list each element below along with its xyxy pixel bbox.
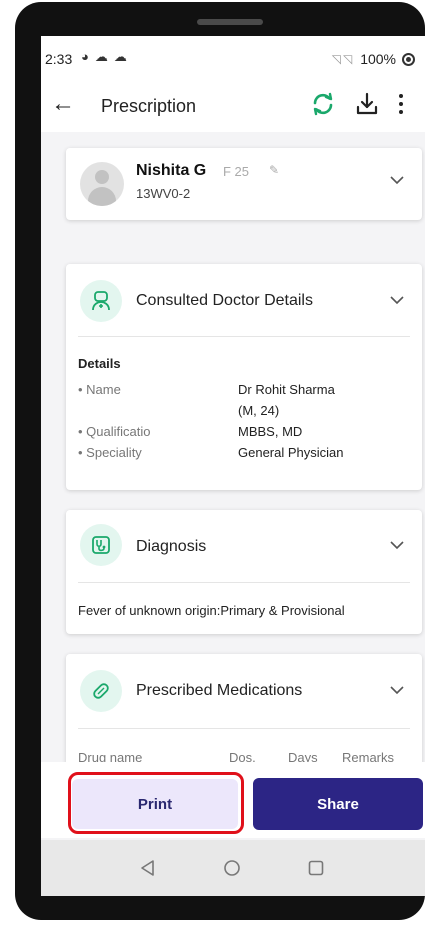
doctor-details-card: Consulted Doctor Details Details • Name … — [66, 264, 422, 490]
notification-icon: ◕ — [81, 49, 95, 64]
qualification-label: • Qualificatio — [78, 424, 151, 439]
battery-icon — [402, 52, 415, 66]
page-title: Prescription — [101, 96, 197, 116]
no-signal-icon: ◹◹ — [331, 52, 355, 66]
print-highlight-outline — [68, 772, 244, 834]
chevron-down-icon[interactable] — [390, 686, 404, 695]
notification-icons: ◕☁☁ — [81, 49, 133, 65]
status-right: ◹◹ 100% — [332, 51, 415, 67]
doctor-section-title: Consulted Doctor Details — [136, 292, 313, 309]
bottom-action-bar: Print Share — [41, 762, 425, 838]
medications-icon-badge — [80, 670, 122, 712]
earpiece — [197, 19, 263, 25]
screen: 2:33 ◕☁☁ ◹◹ 100% ← Prescription Nishita … — [41, 36, 425, 896]
diagnosis-card: Diagnosis Fever of unknown origin:Primar… — [66, 510, 422, 634]
doctor-gender-age: (M, 24) — [238, 403, 280, 418]
phone-frame: 2:33 ◕☁☁ ◹◹ 100% ← Prescription Nishita … — [15, 2, 425, 920]
system-nav-bar — [41, 840, 425, 896]
stethoscope-icon — [92, 536, 110, 554]
divider — [78, 728, 410, 729]
home-circle-icon[interactable] — [223, 859, 241, 877]
chevron-down-icon[interactable] — [390, 176, 404, 185]
cloud-icon: ☁ — [113, 49, 133, 64]
chevron-down-icon[interactable] — [390, 541, 404, 550]
divider — [78, 336, 410, 337]
app-bar: ← Prescription — [41, 80, 425, 132]
status-bar: 2:33 ◕☁☁ ◹◹ 100% — [41, 36, 425, 80]
diagnosis-text: Fever of unknown origin:Primary & Provis… — [78, 603, 345, 618]
divider — [78, 582, 410, 583]
status-time: 2:33 — [45, 51, 73, 67]
share-button[interactable]: Share — [253, 778, 423, 830]
patient-name: Nishita G — [136, 162, 207, 179]
pill-icon — [93, 683, 109, 699]
doctor-name-label: • Name — [78, 382, 121, 397]
download-icon[interactable] — [355, 90, 379, 118]
cloud-icon: ☁ — [94, 49, 114, 64]
patient-id: 13WV0-2 — [136, 186, 191, 201]
diagnosis-section-title: Diagnosis — [136, 538, 207, 555]
more-vert-icon[interactable] — [396, 92, 406, 116]
doctor-icon — [92, 291, 110, 311]
back-arrow-icon[interactable]: ← — [51, 92, 75, 116]
doctor-icon-badge — [80, 280, 122, 322]
avatar — [80, 162, 124, 206]
medications-section-title: Prescribed Medications — [136, 682, 303, 699]
recents-square-icon[interactable] — [307, 859, 325, 877]
back-triangle-icon[interactable] — [139, 859, 157, 877]
chevron-down-icon[interactable] — [390, 296, 404, 305]
diagnosis-icon-badge — [80, 524, 122, 566]
details-label: Details — [78, 356, 121, 371]
speciality-label: • Speciality — [78, 445, 142, 460]
sync-icon[interactable] — [309, 90, 337, 118]
edit-pencil-icon[interactable]: ✎ — [269, 163, 279, 177]
battery-percent: 100% — [360, 51, 396, 67]
speciality-value: General Physician — [238, 445, 344, 460]
qualification-value: MBBS, MD — [238, 424, 303, 439]
patient-meta: F 25 — [223, 164, 250, 179]
patient-card[interactable]: Nishita G F 25 ✎ 13WV0-2 — [66, 148, 422, 220]
doctor-name-value: Dr Rohit Sharma — [238, 382, 335, 397]
